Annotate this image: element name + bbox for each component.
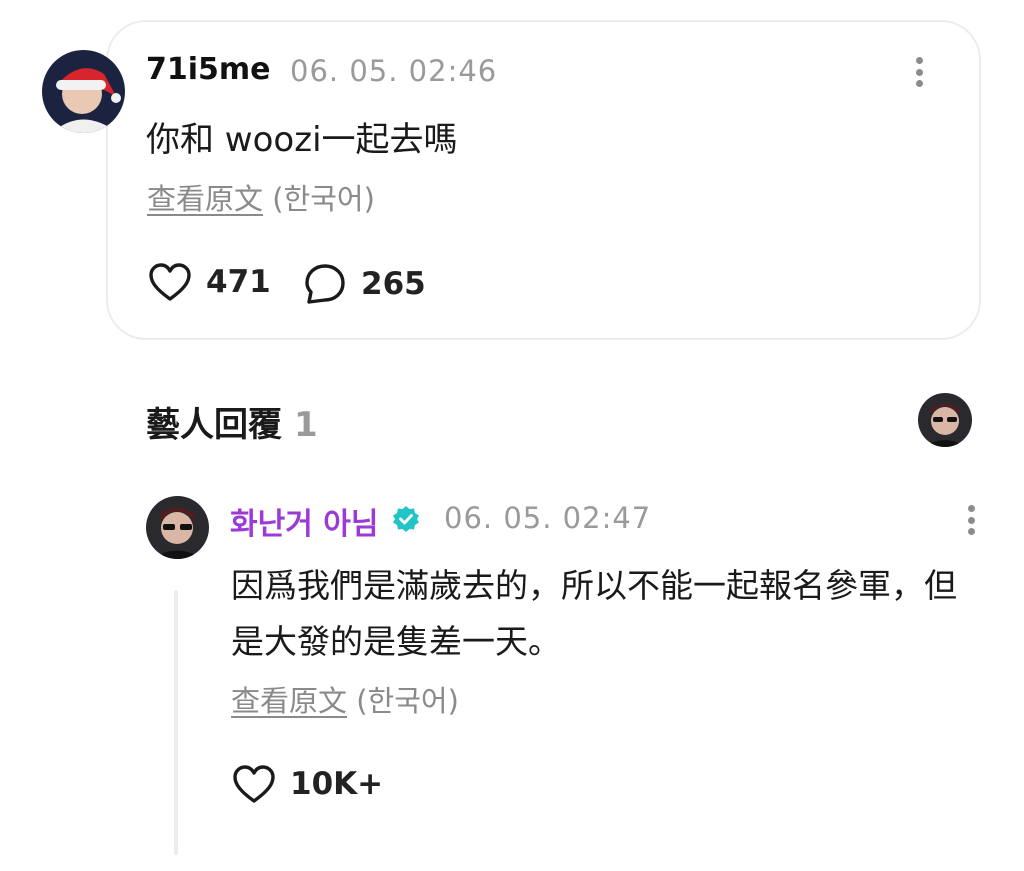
view-original-link[interactable]: 查看原文 (한국어) (231, 678, 459, 720)
heart-icon (233, 765, 275, 803)
more-options-icon[interactable] (909, 52, 929, 92)
artist-avatar-small[interactable] (918, 393, 972, 447)
like-count: 10K+ (290, 766, 384, 802)
original-language: (한국어) (272, 182, 375, 216)
view-original-link[interactable]: 查看原文 (한국어) (147, 176, 375, 218)
like-button[interactable]: 471 (148, 262, 271, 302)
comment-thread-page: 71i5me 06. 05. 02:46 你和 woozi一起去嗎 查看原文 (… (0, 0, 1024, 871)
view-original-label[interactable]: 查看原文 (231, 684, 347, 718)
like-button[interactable]: 10K+ (232, 764, 383, 804)
like-count: 471 (206, 264, 271, 300)
reply-button[interactable]: 265 (303, 262, 426, 306)
comment-timestamp: 06. 05. 02:46 (290, 54, 498, 88)
more-options-icon[interactable] (961, 500, 981, 540)
reply-timestamp: 06. 05. 02:47 (444, 501, 652, 535)
user-avatar[interactable] (42, 50, 125, 133)
comment-bubble-icon (305, 264, 345, 304)
comment-text: 你和 woozi一起去嗎 (146, 120, 458, 160)
original-language: (한국어) (356, 684, 459, 718)
reply-count: 265 (361, 266, 426, 302)
reply-thread-line (174, 590, 178, 855)
view-original-label[interactable]: 查看原文 (147, 182, 263, 216)
artist-avatar[interactable] (146, 496, 209, 559)
artist-replies-count: 1 (294, 405, 318, 445)
artist-replies-title: 藝人回覆 (146, 405, 282, 445)
heart-icon (149, 263, 191, 301)
artist-reply-text: 因爲我們是滿歲去的，所以不能一起報名參軍，但是大發的是隻差一天。 (231, 566, 957, 661)
comment-username[interactable]: 71i5me (146, 52, 271, 87)
verified-badge-icon (393, 506, 419, 532)
artist-name[interactable]: 화난거 아님 (230, 499, 378, 543)
artist-replies-heading: 藝人回覆 1 (146, 397, 318, 446)
